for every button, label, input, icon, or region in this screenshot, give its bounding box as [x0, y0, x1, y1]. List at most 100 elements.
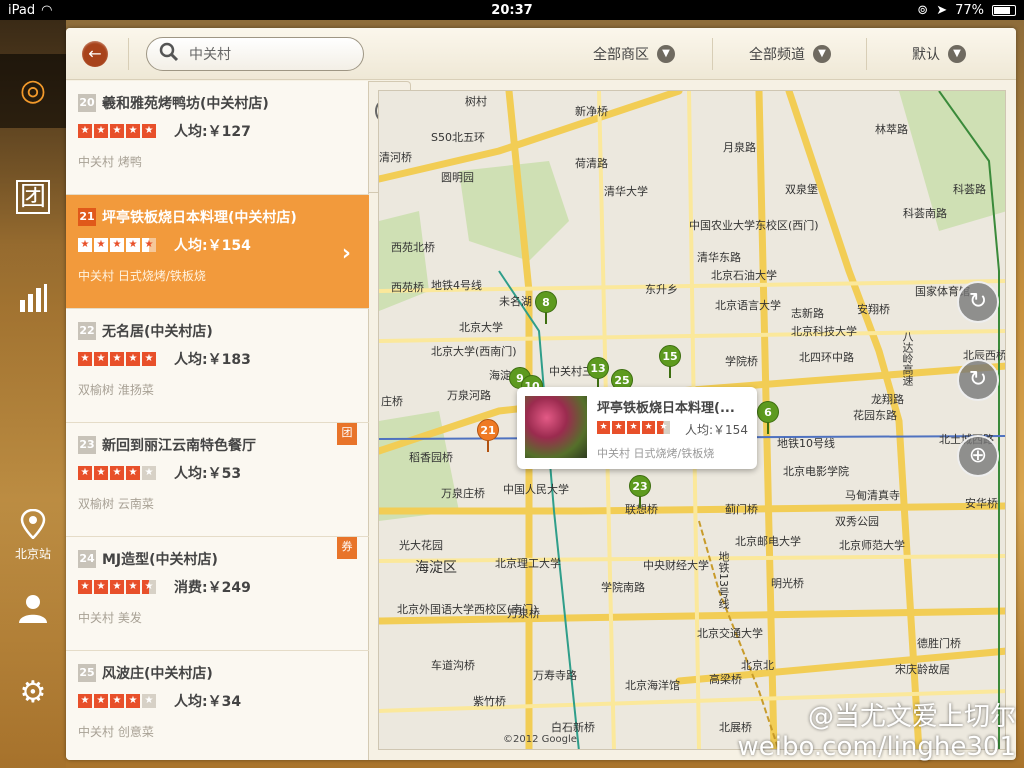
map-layer-button[interactable]: ↻: [957, 281, 999, 323]
search-input[interactable]: [189, 46, 349, 62]
merchant-tags: 双榆树 淮扬菜: [78, 383, 154, 397]
top-toolbar: ← 全部商区 ▼ 全部频道 ▼ 默认 ▼: [66, 28, 1016, 80]
merchant-rank: 23: [78, 436, 96, 454]
star-icon: ★: [78, 580, 92, 594]
merchant-list: 20 羲和雅苑烤鸭坊(中关村店) ★ ★ ★ ★ ★ 人均:￥127 中关村 烤鸭 21…: [66, 81, 369, 760]
battery-percent: 77%: [955, 2, 984, 18]
back-button[interactable]: ←: [82, 41, 108, 67]
merchant-price: 人均:￥154: [174, 238, 251, 254]
map-pin[interactable]: 8: [535, 291, 557, 324]
watermark-line2: weibo.com/linghe301: [737, 732, 1016, 762]
nav-rail: ◎ 团 北京站 ⚙: [0, 20, 66, 768]
chevron-right-icon: ›: [341, 241, 351, 266]
map-label: 马甸清真寺: [845, 489, 900, 502]
merchant-tags: 双榆树 云南菜: [78, 497, 154, 511]
map-pin-selected[interactable]: 21: [477, 419, 499, 452]
map-pin[interactable]: 13: [587, 357, 609, 390]
map-callout[interactable]: 坪亭铁板烧日本料理(... ★ ★ ★ ★ ★ 人均:￥154 中关村 日式烧烤…: [517, 387, 757, 469]
chevron-down-icon: ▼: [948, 45, 966, 63]
merchant-title: 21 坪亭铁板烧日本料理(中关村店): [78, 207, 357, 227]
map-pin[interactable]: 15: [659, 345, 681, 378]
cloud-refresh-icon: ↻: [968, 289, 988, 314]
map-copyright: ©2012 Google: [503, 734, 577, 745]
map-label: 树村: [465, 95, 487, 108]
lock-rotation-icon: ⊚: [917, 2, 929, 18]
rail-item-user[interactable]: [0, 574, 66, 648]
star-icon: ★: [126, 580, 140, 594]
merchant-rank: 25: [78, 664, 96, 682]
arrow-left-icon: ←: [88, 44, 102, 63]
search-icon: [159, 42, 181, 67]
filter-sort[interactable]: 默认 ▼: [912, 28, 966, 80]
map-label: S50北五环: [431, 131, 485, 144]
map-label: 圆明园: [441, 171, 474, 184]
merchant-rating: ★ ★ ★ ★ ★: [78, 580, 156, 594]
star-icon: ★: [597, 421, 610, 434]
star-icon: ★: [126, 352, 140, 366]
map-view[interactable]: 树村 新净桥 S50北五环 圆明园 清河桥 荷清路 清华大学 月泉路 双泉堡 林…: [378, 90, 1006, 750]
merchant-price: 消费:￥249: [174, 580, 251, 596]
map-label: 北京电影学院: [783, 465, 849, 478]
list-item[interactable]: 25 风波庄(中关村店) ★ ★ ★ ★ ★ 人均:￥34 中关村 创意菜: [66, 651, 369, 760]
chevron-down-icon: ▼: [657, 45, 675, 63]
divider: [128, 38, 129, 70]
watermark-line1: @当尤文爱上切尔: [807, 702, 1016, 732]
map-label: 西苑桥: [391, 281, 424, 294]
map-label: 北京师范大学: [839, 539, 905, 552]
map-label: 未名湖: [499, 295, 532, 308]
list-item[interactable]: 24 MJ造型(中关村店) ★ ★ ★ ★ ★ 消费:￥249 中关村 美发券: [66, 537, 369, 651]
merchant-rating: ★ ★ ★ ★ ★: [78, 124, 156, 138]
map-label: 清华大学: [604, 185, 648, 198]
map-label: 北京语言大学: [715, 299, 781, 312]
chevron-down-icon: ▼: [813, 45, 831, 63]
list-item[interactable]: 23 新回到丽江云南特色餐厅 ★ ★ ★ ★ ★ 人均:￥53 双榆树 云南菜团: [66, 423, 369, 537]
star-icon: ★: [78, 694, 92, 708]
map-label: 东升乡: [645, 283, 678, 296]
merchant-title: 25 风波庄(中关村店): [78, 663, 357, 683]
rail-item-city[interactable]: 北京站: [0, 498, 66, 572]
map-label: 林萃路: [875, 123, 908, 136]
rail-item-search-map[interactable]: ◎: [0, 54, 66, 128]
merchant-rating: ★ ★ ★ ★ ★: [78, 694, 156, 708]
star-icon: ★: [627, 421, 640, 434]
list-item[interactable]: 22 无名居(中关村店) ★ ★ ★ ★ ★ 人均:￥183 双榆树 淮扬菜: [66, 309, 369, 423]
merchant-rank: 21: [78, 208, 96, 226]
rail-item-chart[interactable]: [0, 264, 66, 338]
half-star-icon: ★: [142, 580, 156, 594]
map-label: 北京科技大学: [791, 325, 857, 338]
merchant-title: 24 MJ造型(中关村店): [78, 549, 357, 569]
star-icon: ★: [110, 694, 124, 708]
map-label: 北京理工大学: [495, 557, 561, 570]
filter-district[interactable]: 全部商区 ▼: [593, 28, 675, 80]
search-box[interactable]: [146, 37, 364, 71]
map-label: 双秀公园: [835, 515, 879, 528]
map-label: 志新路: [791, 307, 824, 320]
list-item[interactable]: 20 羲和雅苑烤鸭坊(中关村店) ★ ★ ★ ★ ★ 人均:￥127 中关村 烤鸭: [66, 81, 369, 195]
merchant-rating: ★ ★ ★ ★ ★: [78, 352, 156, 366]
map-label: 海淀: [489, 369, 511, 382]
map-label: 安翔桥: [857, 303, 890, 316]
refresh-icon: ↻: [968, 367, 988, 392]
map-pin[interactable]: 6: [757, 401, 779, 434]
rail-item-settings[interactable]: ⚙: [0, 656, 66, 730]
device-label: iPad: [8, 2, 36, 18]
list-item[interactable]: 21 坪亭铁板烧日本料理(中关村店) ★ ★ ★ ★ ★ 人均:￥154 中关村 日式烧…: [66, 195, 369, 309]
map-label: 万泉桥: [507, 607, 540, 620]
map-label: 月泉路: [723, 141, 756, 154]
rail-item-group-buy[interactable]: 团: [0, 160, 66, 234]
city-label: 北京站: [14, 546, 51, 561]
map-pin[interactable]: 23: [629, 475, 651, 508]
filter-channel[interactable]: 全部频道 ▼: [749, 28, 831, 80]
map-label: 万泉河路: [447, 389, 491, 402]
callout-price: 人均:￥154: [685, 423, 748, 437]
star-icon: ★: [126, 694, 140, 708]
group-buy-icon: 团: [15, 180, 50, 214]
locate-me-button[interactable]: ⊕: [957, 435, 999, 477]
map-label: 中国人民大学: [503, 483, 569, 496]
map-label: 清河桥: [379, 151, 412, 164]
empty-star-icon: ★: [142, 466, 156, 480]
map-label: 稻香园桥: [409, 451, 453, 464]
star-icon: ★: [126, 466, 140, 480]
map-refresh-button[interactable]: ↻: [957, 359, 999, 401]
map-label: 北京石油大学: [711, 269, 777, 282]
